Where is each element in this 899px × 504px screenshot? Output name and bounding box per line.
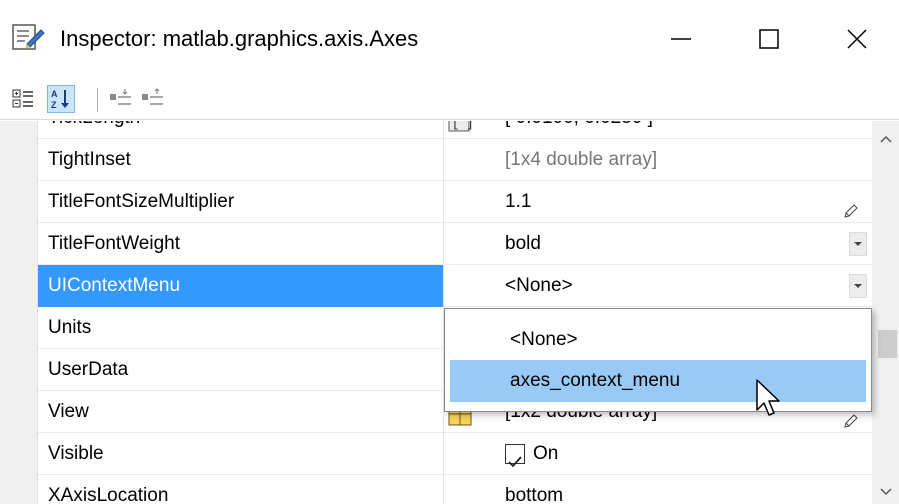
property-value: [1x4 double array] bbox=[505, 149, 658, 170]
dropdown-arrow-button[interactable] bbox=[849, 274, 867, 298]
property-name: UserData bbox=[38, 349, 444, 391]
sort-alphabetical-icon: A Z bbox=[51, 89, 69, 110]
property-value-cell[interactable]: [ ] [ 0.0100, 0.0250 ] bbox=[445, 121, 872, 139]
property-value: [ 0.0100, 0.0250 ] bbox=[505, 121, 653, 138]
property-row-visible[interactable]: Visible On bbox=[0, 433, 872, 475]
maximize-icon bbox=[759, 29, 779, 49]
expand-all-button[interactable] bbox=[107, 85, 135, 113]
inspector-app-icon bbox=[11, 22, 45, 52]
checkbox-label: On bbox=[533, 443, 559, 464]
property-row-xaxislocation[interactable]: XAxisLocation bottom bbox=[0, 475, 872, 504]
scrollbar-thumb[interactable] bbox=[878, 330, 897, 358]
property-row-tightinset[interactable]: TightInset [1x4 double array] bbox=[0, 139, 872, 181]
property-value-cell[interactable]: <None> bbox=[445, 265, 872, 307]
property-row-ticklength[interactable]: TickLength [ ] [ 0.0100, 0.0250 ] bbox=[0, 121, 872, 139]
scroll-down-button[interactable] bbox=[876, 482, 896, 502]
dropdown-option-none[interactable]: <None> bbox=[450, 319, 866, 361]
minimize-icon bbox=[671, 38, 691, 40]
svg-text:A: A bbox=[51, 89, 58, 99]
property-name: TightInset bbox=[38, 139, 444, 181]
window-title: Inspector: matlab.graphics.axis.Axes bbox=[60, 26, 419, 51]
close-icon bbox=[847, 29, 867, 49]
property-row-titlefontweight[interactable]: TitleFontWeight bold bbox=[0, 223, 872, 265]
property-name: Units bbox=[38, 307, 444, 349]
property-row-uicontextmenu[interactable]: UIContextMenu <None> bbox=[0, 265, 872, 307]
pencil-icon[interactable] bbox=[842, 194, 858, 218]
property-value-cell: [1x4 double array] bbox=[445, 139, 872, 181]
property-value: bold bbox=[505, 233, 541, 254]
property-value-cell[interactable]: 1.1 bbox=[445, 181, 872, 223]
maximize-button[interactable] bbox=[734, 14, 804, 64]
array-editor-icon[interactable]: [ ] bbox=[445, 121, 485, 132]
property-row-titlefontsizemultiplier[interactable]: TitleFontSizeMultiplier 1.1 bbox=[0, 181, 872, 223]
title-bar: Inspector: matlab.graphics.axis.Axes bbox=[0, 0, 899, 78]
collapse-all-button[interactable] bbox=[139, 85, 167, 113]
chevron-down-icon bbox=[880, 488, 892, 496]
svg-text:Z: Z bbox=[51, 100, 57, 110]
minimize-button[interactable] bbox=[646, 14, 716, 64]
scroll-up-button[interactable] bbox=[876, 129, 896, 149]
collapse-icon bbox=[142, 88, 163, 105]
visible-checkbox[interactable] bbox=[505, 444, 525, 468]
toolbar: A Z bbox=[0, 78, 899, 120]
toolbar-separator bbox=[97, 88, 98, 112]
dropdown-option-axes-context-menu[interactable]: axes_context_menu bbox=[450, 360, 866, 402]
expand-icon bbox=[110, 89, 131, 105]
close-button[interactable] bbox=[822, 14, 892, 64]
categorize-icon bbox=[12, 89, 33, 108]
chevron-up-icon bbox=[880, 135, 892, 143]
categorize-button[interactable] bbox=[9, 85, 37, 113]
sort-alphabetical-button[interactable]: A Z bbox=[47, 85, 75, 113]
chevron-down-icon bbox=[854, 242, 862, 246]
property-name: TitleFontWeight bbox=[38, 223, 444, 265]
property-value-cell[interactable]: bold bbox=[445, 223, 872, 265]
property-name: TitleFontSizeMultiplier bbox=[38, 181, 444, 223]
property-name: UIContextMenu bbox=[38, 265, 444, 307]
mouse-pointer-icon bbox=[755, 378, 785, 420]
property-value: <None> bbox=[505, 275, 573, 296]
property-value-cell[interactable]: On bbox=[445, 433, 872, 475]
chevron-down-icon bbox=[854, 284, 862, 288]
property-name: XAxisLocation bbox=[38, 475, 444, 504]
checkmark-icon bbox=[508, 456, 522, 468]
property-value-cell[interactable]: bottom bbox=[445, 475, 872, 504]
svg-text:[ ]: [ ] bbox=[452, 121, 474, 131]
vertical-scrollbar[interactable] bbox=[872, 121, 899, 504]
uicontextmenu-dropdown-list: <None> axes_context_menu bbox=[444, 308, 872, 412]
property-value: bottom bbox=[505, 485, 564, 504]
property-name: TickLength bbox=[38, 121, 444, 139]
dropdown-arrow-button[interactable] bbox=[849, 232, 867, 256]
property-name: Visible bbox=[38, 433, 444, 475]
property-value: 1.1 bbox=[505, 191, 532, 212]
property-name: View bbox=[38, 391, 444, 433]
